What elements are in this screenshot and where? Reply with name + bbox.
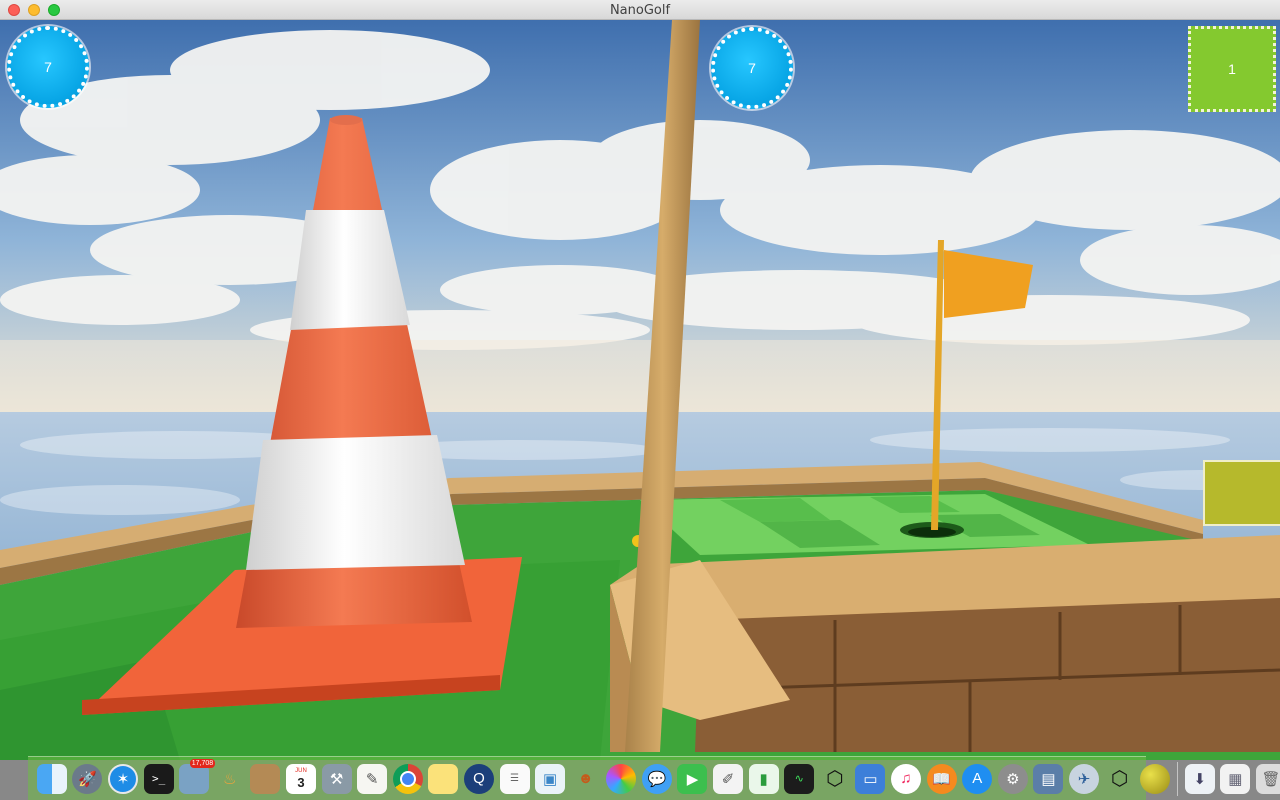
documents-icon[interactable]: ▦	[1220, 763, 1251, 794]
calendar-day: 3	[297, 774, 305, 790]
game-viewport[interactable]	[0, 20, 1280, 800]
side-panel[interactable]	[1203, 460, 1280, 526]
quicktime-icon[interactable]: Q	[463, 763, 494, 794]
terminal-icon[interactable]: >_	[143, 763, 174, 794]
photos-icon[interactable]	[606, 763, 637, 794]
instruments-icon[interactable]: ⚒	[321, 763, 352, 794]
dock-separator	[1177, 761, 1178, 796]
unity-icon[interactable]: ⬡	[820, 764, 850, 794]
downloads-icon[interactable]: ⬇	[1184, 763, 1215, 794]
keynote-icon[interactable]: ▭	[855, 763, 886, 794]
stroke-counter-left: 7	[7, 26, 89, 108]
numbers-icon[interactable]: ▮	[748, 763, 779, 794]
finder-icon[interactable]	[36, 763, 67, 794]
chrome-icon[interactable]	[392, 763, 423, 794]
lamp-icon[interactable]: ♨	[215, 764, 245, 794]
stroke-counter-center: 7	[711, 27, 793, 109]
facetime-icon[interactable]: ▶	[677, 763, 708, 794]
app-store-icon[interactable]: A	[962, 763, 993, 794]
safari-icon[interactable]: ✶	[107, 763, 138, 794]
game-scene	[0, 20, 1280, 760]
system-preferences-icon[interactable]: ⚙	[997, 763, 1028, 794]
textedit-icon[interactable]: ✎	[357, 763, 388, 794]
launchpad-icon[interactable]: 🚀	[72, 763, 103, 794]
window-titlebar: NanoGolf	[0, 0, 1280, 20]
image-capture-icon[interactable]: ▤	[1033, 763, 1064, 794]
dock: 🚀 ✶ >_ 17,708 ♨ JUN 3 ⚒ ✎ Q ☰ ▣ ☻ 💬 ▶ ✐ …	[28, 756, 1280, 800]
notes-icon[interactable]	[428, 763, 459, 794]
music-icon[interactable]: ♫	[891, 763, 922, 794]
archive-icon[interactable]	[250, 763, 281, 794]
unity-alt-icon[interactable]: ⬡	[1105, 764, 1135, 794]
mascot-icon[interactable]: ☻	[571, 764, 601, 794]
books-icon[interactable]: 📖	[926, 763, 957, 794]
golf-ball-icon[interactable]	[1140, 763, 1171, 794]
activity-monitor-icon[interactable]: ∿	[784, 763, 815, 794]
window-title: NanoGolf	[609, 3, 671, 18]
messages-icon[interactable]: 💬	[641, 763, 672, 794]
photo-icon[interactable]: ▣	[535, 763, 566, 794]
reminders-icon[interactable]: ☰	[499, 763, 530, 794]
trash-icon[interactable]: 🗑	[1255, 763, 1280, 794]
preview-icon[interactable]: 17,708	[179, 758, 216, 794]
calendar-month: JUN	[295, 767, 307, 774]
calendar-icon[interactable]: JUN 3	[285, 763, 316, 794]
hole-number-panel[interactable]: 1	[1188, 26, 1276, 112]
editor-icon[interactable]: ✐	[713, 763, 744, 794]
badge: 17,708	[189, 758, 216, 768]
safari-alt-icon[interactable]: ✈	[1069, 763, 1100, 794]
